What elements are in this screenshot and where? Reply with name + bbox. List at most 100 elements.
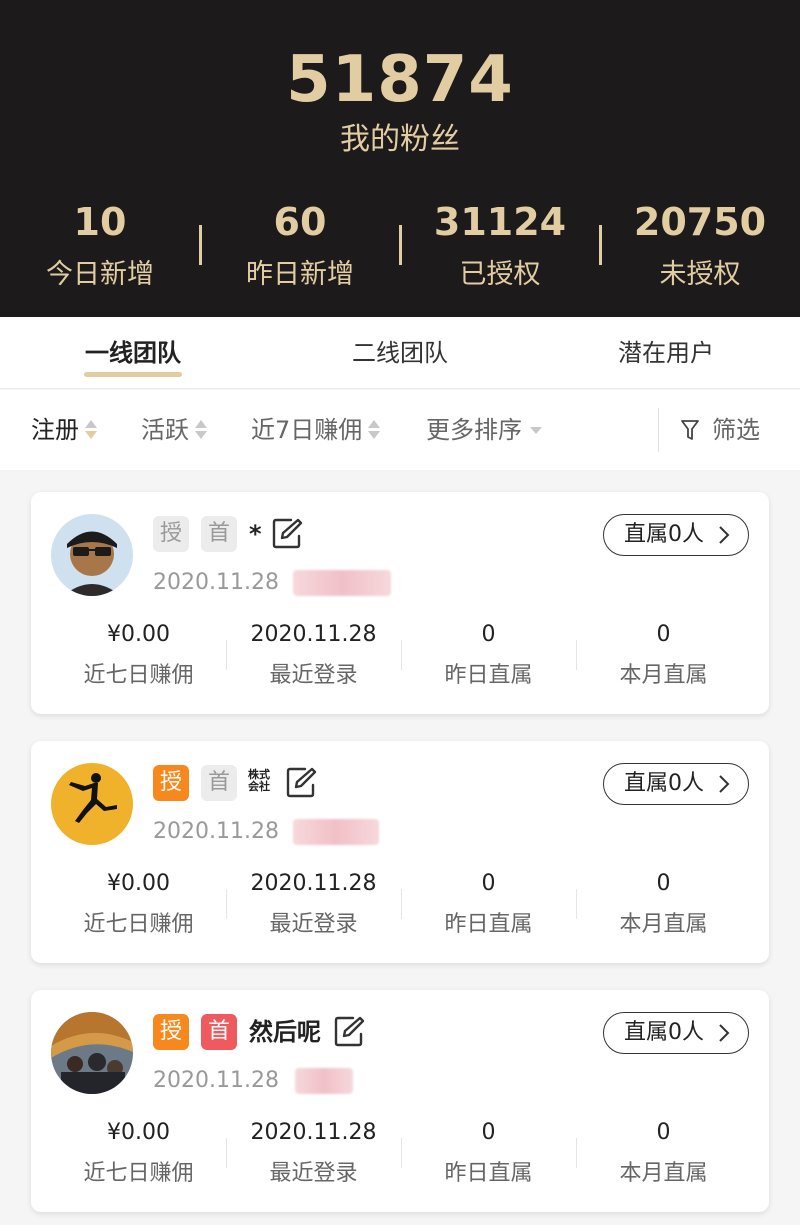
- sort-commission-7days[interactable]: 近7日赚佣: [251, 390, 381, 470]
- sort-register-label: 注册: [31, 416, 79, 444]
- blurred-info: [293, 570, 391, 596]
- metric-value: 0: [656, 871, 671, 896]
- metric-month-direct: 0 本月直属: [576, 863, 751, 953]
- metric-last-login: 2020.11.28 最近登录: [226, 863, 401, 953]
- fan-card[interactable]: 授 首 * 2020.11.28 直属0人 ¥0.00 近七日赚佣 2020.1…: [31, 492, 769, 714]
- metric-value: ¥0.00: [107, 622, 170, 647]
- metric-yesterday-direct: 0 昨日直属: [401, 1112, 576, 1202]
- stat-label: 已授权: [459, 259, 541, 290]
- metric-value: 2020.11.28: [250, 1120, 377, 1145]
- metric-value: 0: [481, 1120, 496, 1145]
- stat-label: 昨日新增: [246, 259, 354, 290]
- sort-arrows-icon: [85, 419, 97, 441]
- metric-label: 近七日赚佣: [83, 663, 194, 688]
- chevron-right-icon: [719, 775, 730, 793]
- first-tag: 首: [201, 516, 237, 552]
- metric-commission-7days: ¥0.00 近七日赚佣: [51, 1112, 226, 1202]
- metric-label: 最近登录: [269, 912, 358, 937]
- more-sort-label: 更多排序: [426, 416, 522, 444]
- sort-commission-label: 近7日赚佣: [251, 416, 363, 444]
- chevron-right-icon: [719, 1024, 730, 1042]
- filter-label: 筛选: [712, 416, 760, 444]
- register-date: 2020.11.28: [153, 1068, 279, 1093]
- metric-label: 近七日赚佣: [83, 1161, 194, 1186]
- stat-yesterday-new: 60 昨日新增: [199, 195, 400, 305]
- fan-metrics: ¥0.00 近七日赚佣 2020.11.28 最近登录 0 昨日直属 0 本月直…: [31, 614, 769, 704]
- avatar: [51, 763, 133, 845]
- sort-register[interactable]: 注册: [31, 390, 97, 470]
- fan-card[interactable]: 授 首 然后呢 2020.11.28 直属0人 ¥0.00 近七日赚佣 2020…: [31, 990, 769, 1212]
- metric-label: 最近登录: [269, 663, 358, 688]
- stat-today-new: 10 今日新增: [0, 195, 200, 305]
- stat-unauthorized: 20750 未授权: [599, 195, 800, 305]
- first-tag: 首: [201, 765, 237, 801]
- sort-arrows-icon: [368, 419, 381, 441]
- first-tag: 首: [201, 1014, 237, 1050]
- direct-members-button[interactable]: 直属0人: [603, 514, 749, 556]
- auth-tag: 授: [153, 516, 189, 552]
- metric-month-direct: 0 本月直属: [576, 1112, 751, 1202]
- direct-members-label: 直属0人: [624, 522, 704, 547]
- sort-active[interactable]: 活跃: [141, 390, 207, 470]
- nickname: 然后呢: [249, 1018, 321, 1046]
- metric-yesterday-direct: 0 昨日直属: [401, 863, 576, 953]
- stat-authorized: 31124 已授权: [399, 195, 600, 305]
- metric-value: 0: [656, 1120, 671, 1145]
- edit-icon[interactable]: [285, 765, 317, 799]
- metric-commission-7days: ¥0.00 近七日赚佣: [51, 614, 226, 704]
- stat-value: 31124: [433, 200, 567, 244]
- fan-card[interactable]: 授 首 株式会社 2020.11.28 直属0人 ¥0.00 近七日赚佣 202…: [31, 741, 769, 963]
- caret-down-icon: [530, 426, 542, 434]
- edit-icon[interactable]: [271, 516, 303, 550]
- total-fans-count: 51874: [286, 43, 514, 117]
- stat-label: 今日新增: [46, 259, 154, 290]
- direct-members-button[interactable]: 直属0人: [603, 763, 749, 805]
- fans-stats: 10 今日新增 60 昨日新增 31124 已授权 20750 未授权: [0, 195, 800, 305]
- fans-summary-header: 51874 我的粉丝 10 今日新增 60 昨日新增 31124 已授权 207…: [0, 0, 800, 317]
- auth-tag: 授: [153, 1014, 189, 1050]
- more-sort-dropdown[interactable]: 更多排序: [426, 390, 542, 470]
- funnel-icon: [681, 420, 699, 440]
- chevron-right-icon: [719, 526, 730, 544]
- avatar: [51, 1012, 133, 1094]
- metric-label: 昨日直属: [444, 663, 533, 688]
- tab-potential-users[interactable]: 潜在用户: [606, 317, 726, 389]
- filter-divider: [658, 408, 659, 452]
- auth-tag: 授: [153, 765, 189, 801]
- sort-filter-bar: 注册 活跃 近7日赚佣 更多排序 筛选: [0, 390, 800, 470]
- metric-label: 昨日直属: [444, 1161, 533, 1186]
- stat-value: 10: [73, 200, 127, 244]
- direct-members-label: 直属0人: [624, 1020, 704, 1045]
- tab-first-line-team[interactable]: 一线团队: [73, 317, 193, 389]
- metric-value: 0: [656, 622, 671, 647]
- metric-commission-7days: ¥0.00 近七日赚佣: [51, 863, 226, 953]
- metric-value: ¥0.00: [107, 1120, 170, 1145]
- edit-icon[interactable]: [333, 1014, 365, 1048]
- metric-label: 本月直属: [619, 912, 708, 937]
- metric-label: 近七日赚佣: [83, 912, 194, 937]
- stat-value: 60: [273, 200, 327, 244]
- total-fans-label: 我的粉丝: [340, 122, 460, 157]
- direct-members-label: 直属0人: [624, 771, 704, 796]
- active-tab-indicator: [84, 372, 182, 377]
- metric-value: 0: [481, 622, 496, 647]
- metric-value: 0: [481, 871, 496, 896]
- tab-second-line-team[interactable]: 二线团队: [340, 317, 460, 389]
- metric-label: 昨日直属: [444, 912, 533, 937]
- team-tabs: 一线团队 二线团队 潜在用户: [0, 317, 800, 389]
- nickname: 株式会社: [248, 768, 270, 793]
- metric-label: 本月直属: [619, 663, 708, 688]
- fan-metrics: ¥0.00 近七日赚佣 2020.11.28 最近登录 0 昨日直属 0 本月直…: [31, 863, 769, 953]
- metric-label: 本月直属: [619, 1161, 708, 1186]
- stat-value: 20750: [633, 200, 767, 244]
- filter-button[interactable]: 筛选: [680, 390, 760, 470]
- metric-value: 2020.11.28: [250, 622, 377, 647]
- fan-metrics: ¥0.00 近七日赚佣 2020.11.28 最近登录 0 昨日直属 0 本月直…: [31, 1112, 769, 1202]
- metric-label: 最近登录: [269, 1161, 358, 1186]
- blurred-info: [295, 1068, 353, 1094]
- metric-last-login: 2020.11.28 最近登录: [226, 1112, 401, 1202]
- direct-members-button[interactable]: 直属0人: [603, 1012, 749, 1054]
- sort-arrows-icon: [195, 419, 207, 441]
- metric-value: 2020.11.28: [250, 871, 377, 896]
- sort-active-label: 活跃: [141, 416, 189, 444]
